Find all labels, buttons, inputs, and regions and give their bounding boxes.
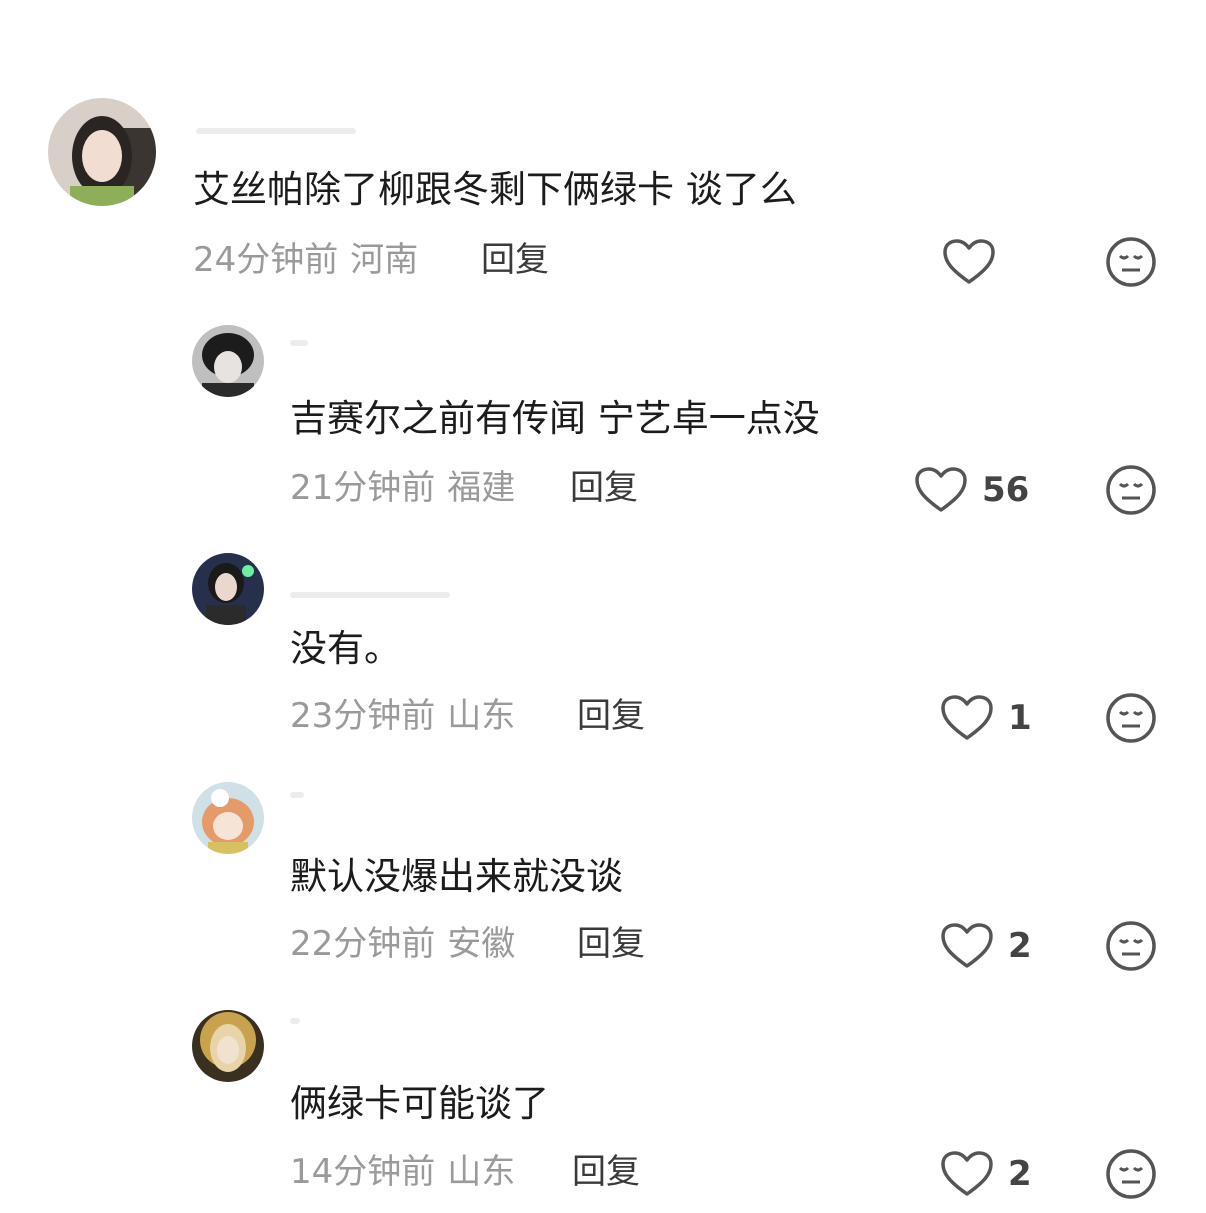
avatar[interactable]: [48, 98, 156, 206]
comment-location: 福建: [447, 468, 516, 508]
comment-location: 山东: [447, 1152, 516, 1192]
dislike-button[interactable]: [1105, 1148, 1157, 1200]
avatar-image: [192, 1010, 264, 1082]
comment-time: 23分钟前: [290, 696, 436, 736]
reply-button[interactable]: 回复: [570, 468, 638, 508]
like-count: 2: [1008, 1154, 1032, 1194]
meh-face-icon: [1106, 465, 1156, 515]
comment-meta: 21分钟前 福建: [290, 468, 515, 508]
heart-outline-icon: [915, 467, 967, 512]
comment-item: 俩绿卡可能谈了 14分钟前 山东 回复 2: [0, 988, 1206, 1213]
avatar-image: [192, 325, 264, 397]
meh-face-icon: [1106, 1149, 1156, 1199]
like-count: 56: [982, 470, 1030, 510]
reply-button[interactable]: 回复: [577, 924, 645, 964]
dislike-button[interactable]: [1105, 920, 1157, 972]
meh-face-icon: [1106, 693, 1156, 743]
meh-face-icon: [1106, 921, 1156, 971]
comment-meta: 14分钟前 山东: [290, 1152, 515, 1192]
like-button[interactable]: 2: [940, 1147, 1032, 1201]
comment-text: 俩绿卡可能谈了: [290, 1082, 549, 1125]
username-placeholder[interactable]: [290, 1018, 300, 1024]
like-button[interactable]: 2: [940, 919, 1032, 973]
heart-outline-icon: [941, 1151, 993, 1196]
comment-location: 山东: [447, 696, 516, 736]
comment-text: 艾丝帕除了柳跟冬剩下俩绿卡 谈了么: [193, 168, 797, 211]
comment-meta: 23分钟前 山东: [290, 696, 515, 736]
avatar-image: [48, 98, 156, 206]
comment-text: 默认没爆出来就没谈: [290, 855, 623, 898]
heart-outline-icon: [943, 239, 995, 284]
comment-time: 21分钟前: [290, 468, 436, 508]
reply-button[interactable]: 回复: [481, 240, 549, 280]
avatar[interactable]: [192, 553, 264, 625]
comment-text: 没有。: [290, 627, 401, 670]
comment-text: 吉赛尔之前有传闻 宁艺卓一点没: [290, 397, 820, 440]
like-button[interactable]: 1: [940, 691, 1032, 745]
comment-time: 22分钟前: [290, 924, 436, 964]
avatar-image: [192, 782, 264, 854]
avatar[interactable]: [192, 1010, 264, 1082]
like-count: 1: [1008, 698, 1032, 738]
like-button[interactable]: [942, 235, 1010, 289]
dislike-button[interactable]: [1105, 692, 1157, 744]
comment-item: 没有。 23分钟前 山东 回复 1: [0, 530, 1206, 760]
comment-item: 默认没爆出来就没谈 22分钟前 安徽 回复 2: [0, 760, 1206, 988]
avatar[interactable]: [192, 782, 264, 854]
reply-button[interactable]: 回复: [572, 1152, 640, 1192]
reply-button[interactable]: 回复: [577, 696, 645, 736]
avatar-image: [192, 553, 264, 625]
meh-face-icon: [1106, 237, 1156, 287]
comment-time: 24分钟前: [193, 240, 339, 280]
comment-item: 吉赛尔之前有传闻 宁艺卓一点没 21分钟前 福建 回复 56: [0, 300, 1206, 530]
username-placeholder[interactable]: [196, 128, 356, 134]
username-placeholder[interactable]: [290, 340, 308, 346]
comment-meta: 22分钟前 安徽: [290, 924, 515, 964]
like-count: 2: [1008, 926, 1032, 966]
comment-location: 河南: [350, 240, 419, 280]
username-placeholder[interactable]: [290, 592, 450, 598]
avatar[interactable]: [192, 325, 264, 397]
username-placeholder[interactable]: [290, 792, 304, 798]
comment-time: 14分钟前: [290, 1152, 436, 1192]
comment-meta: 24分钟前 河南: [193, 240, 418, 280]
dislike-button[interactable]: [1105, 464, 1157, 516]
comment-location: 安徽: [447, 924, 516, 964]
dislike-button[interactable]: [1105, 236, 1157, 288]
heart-outline-icon: [941, 695, 993, 740]
heart-outline-icon: [941, 923, 993, 968]
comment-item: 艾丝帕除了柳跟冬剩下俩绿卡 谈了么 24分钟前 河南 回复: [0, 0, 1206, 300]
like-button[interactable]: 56: [914, 463, 1029, 517]
